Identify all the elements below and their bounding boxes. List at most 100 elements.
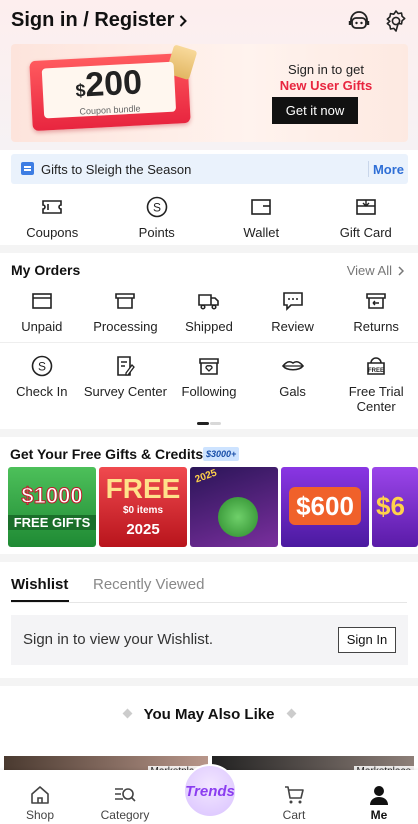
orders-title: My Orders <box>11 262 81 278</box>
view-all-link[interactable]: View All <box>347 263 404 278</box>
wallet-item-wallet[interactable]: Wallet <box>209 194 314 240</box>
gear-icon[interactable] <box>383 8 409 34</box>
points-icon: S <box>146 196 168 218</box>
wallet-item-gift-card[interactable]: Gift Card <box>314 194 418 240</box>
gift-tile[interactable]: $1000 FREE GIFTS <box>8 467 96 547</box>
my-orders-section: My Orders View All Unpaid Processing Shi… <box>0 253 418 429</box>
order-item-label: Processing <box>93 319 158 334</box>
svg-text:S: S <box>38 360 46 374</box>
banner-line2: New User Gifts <box>279 78 373 93</box>
free-trial-icon: FREE <box>367 357 385 375</box>
gift-tile[interactable]: 2025 <box>190 467 278 547</box>
gift-tile[interactable]: $600 <box>281 467 369 547</box>
service-check-in[interactable]: S Check In <box>0 353 84 414</box>
svg-text:S: S <box>153 201 161 215</box>
recommend-title: You May Also Like <box>143 706 275 723</box>
wishlist-section: Wishlist Recently Viewed Sign in to view… <box>0 562 418 678</box>
gift-tile[interactable]: FREE $0 items 2025 <box>99 467 187 547</box>
wishlist-signin-prompt: Sign in to view your Wishlist. Sign In <box>11 615 408 665</box>
tab-recently-viewed[interactable]: Recently Viewed <box>93 576 204 593</box>
gift-tile[interactable]: $6 <box>372 467 418 547</box>
page-indicator <box>197 422 221 425</box>
order-returns[interactable]: Returns <box>334 288 418 334</box>
order-unpaid[interactable]: Unpaid <box>0 288 84 334</box>
wallet-icon <box>251 199 272 215</box>
wishlist-prompt-text: Sign in to view your Wishlist. <box>23 631 214 648</box>
wallet-item-points[interactable]: S Points <box>105 194 210 240</box>
sign-in-register-label: Sign in / Register <box>11 9 175 31</box>
nav-trends[interactable]: Trends <box>183 764 237 818</box>
service-label: Gals <box>279 384 306 399</box>
survey-icon <box>117 356 136 376</box>
coupon-icon <box>42 200 63 214</box>
chevron-right-icon <box>180 14 188 27</box>
service-following[interactable]: Following <box>167 353 251 414</box>
service-free-trial[interactable]: FREE Free Trial Center <box>334 353 418 414</box>
service-gals[interactable]: Gals <box>251 353 335 414</box>
svg-text:FREE: FREE <box>368 368 384 374</box>
nav-label: Shop <box>25 808 55 822</box>
banner-line1: Sign in to get <box>288 62 364 77</box>
service-survey-center[interactable]: Survey Center <box>84 353 168 414</box>
gifts-bar[interactable]: Gifts to Sleigh the Season More <box>11 154 408 184</box>
order-item-label: Returns <box>353 319 399 334</box>
headset-icon[interactable] <box>346 8 372 34</box>
service-label: Survey Center <box>83 384 167 399</box>
nav-label: Category <box>100 808 150 822</box>
free-gifts-title: Get Your Free Gifts & Credits <box>10 446 204 462</box>
gifts-bar-text: Gifts to Sleigh the Season <box>41 162 192 177</box>
sign-in-register-link[interactable]: Sign in / Register <box>11 9 188 32</box>
lips-icon <box>281 360 304 371</box>
wallet-item-label: Points <box>138 225 175 240</box>
nav-label: Me <box>370 808 388 822</box>
sign-in-button[interactable]: Sign In <box>338 627 396 653</box>
order-processing[interactable]: Processing <box>84 288 168 334</box>
nav-cart[interactable]: Cart <box>259 784 329 822</box>
free-gifts-badge: $3000+ <box>203 447 240 461</box>
wallet-row: Coupons S Points Wallet Gift Card <box>0 194 418 240</box>
user-icon <box>370 786 388 805</box>
get-it-now-button[interactable]: Get it now <box>272 97 358 124</box>
review-icon <box>282 292 303 311</box>
trends-label: Trends <box>185 782 235 800</box>
nav-me[interactable]: Me <box>344 784 414 822</box>
order-shipped[interactable]: Shipped <box>167 288 251 334</box>
service-label: Free Trial Center <box>348 384 404 414</box>
category-icon <box>115 788 136 802</box>
returns-icon <box>366 293 386 309</box>
nav-shop[interactable]: Shop <box>5 784 75 822</box>
service-label: Check In <box>16 384 68 399</box>
chevron-right-icon <box>398 265 404 276</box>
wallet-item-label: Coupons <box>26 225 79 240</box>
truck-icon <box>198 294 219 310</box>
processing-icon <box>115 293 136 309</box>
wallet-item-label: Gift Card <box>339 225 392 240</box>
order-item-label: Unpaid <box>21 319 63 334</box>
tab-divider <box>11 602 407 603</box>
gift-list-icon <box>21 162 34 175</box>
wallet-item-coupons[interactable]: Coupons <box>0 194 105 240</box>
order-item-label: Shipped <box>185 319 233 334</box>
gifts-more-link[interactable]: More <box>369 162 408 177</box>
home-icon <box>31 786 49 804</box>
order-status-row: Unpaid Processing Shipped Review Returns <box>0 288 418 334</box>
store-icon <box>199 358 219 375</box>
free-gifts-section: Get Your Free Gifts & Credits $3000+ $10… <box>0 437 418 554</box>
order-item-label: Review <box>271 319 314 334</box>
wallet-item-label: Wallet <box>243 225 280 240</box>
new-user-gift-banner[interactable]: $200 Coupon bundle Sign in to get New Us… <box>11 44 408 142</box>
nav-category[interactable]: Category <box>90 784 160 822</box>
account-header: Sign in / Register $200 Coupon bundle Si… <box>0 0 418 150</box>
coupon-bundle-graphic: $200 Coupon bundle <box>29 44 198 132</box>
bottom-nav: Shop Category Trends Cart Me <box>0 764 418 824</box>
view-all-label: View All <box>346 263 392 278</box>
services-row: S Check In Survey Center Following Gals … <box>0 353 418 414</box>
tab-wishlist[interactable]: Wishlist <box>11 576 68 593</box>
cart-icon <box>285 786 304 804</box>
tab-active-underline <box>11 600 69 602</box>
orders-divider <box>0 342 418 343</box>
gift-card-icon <box>355 199 376 215</box>
nav-label: Cart <box>282 808 306 822</box>
service-label: Following <box>181 384 237 399</box>
order-review[interactable]: Review <box>251 288 335 334</box>
